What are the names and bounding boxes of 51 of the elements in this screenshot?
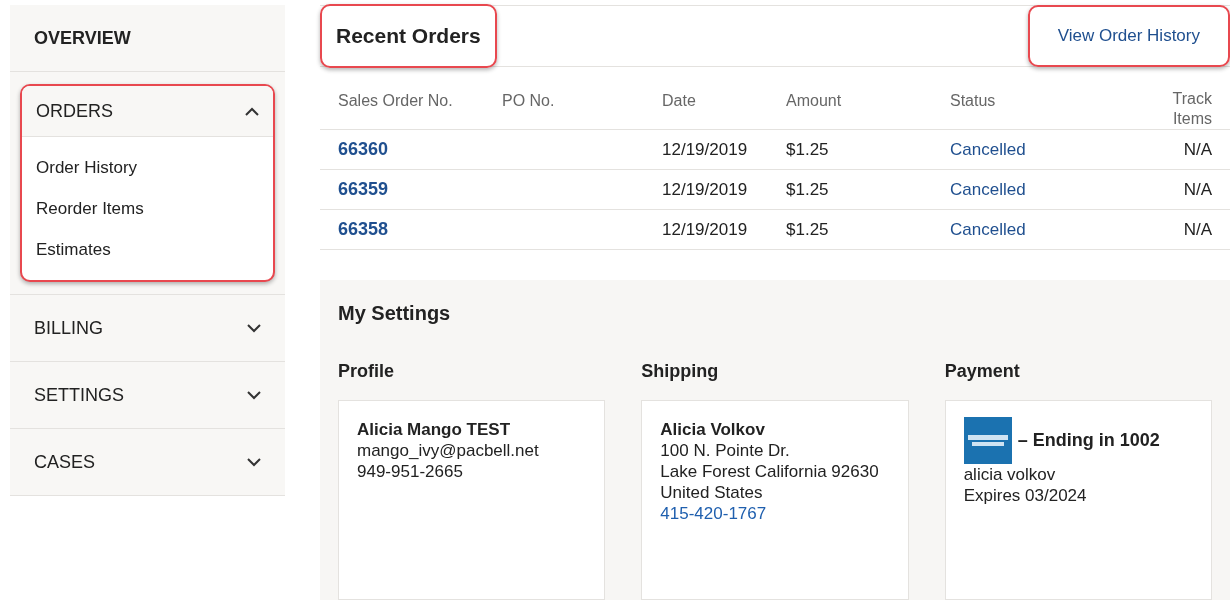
status-link[interactable]: Cancelled bbox=[950, 216, 1026, 243]
card-ending: – Ending in 1002 bbox=[1017, 430, 1160, 451]
phone-link[interactable]: 415-420-1767 bbox=[660, 503, 767, 524]
chevron-down-icon bbox=[247, 323, 261, 333]
column-header: Amount bbox=[786, 91, 843, 111]
section-title: Recent Orders bbox=[320, 4, 497, 68]
settings-title: My Settings bbox=[338, 301, 451, 326]
table-cell-text: N/A bbox=[1183, 178, 1212, 201]
status-link[interactable]: Cancelled bbox=[950, 176, 1026, 203]
table-cell-text: $1.25 bbox=[786, 178, 829, 201]
order-number-link[interactable]: 66359 bbox=[338, 176, 389, 203]
table-cell-text: $1.25 bbox=[786, 138, 829, 161]
sidebar-subitem[interactable]: Order History bbox=[22, 147, 273, 188]
address-line: Lake Forest California 92630 bbox=[660, 461, 879, 482]
table-cell-text: $1.25 bbox=[786, 218, 829, 241]
order-number-link[interactable]: 66358 bbox=[338, 216, 389, 243]
chevron-down-icon bbox=[247, 457, 261, 467]
profile-phone: 949-951-2665 bbox=[357, 461, 463, 482]
table-cell-text: 12/19/2019 bbox=[662, 138, 748, 161]
column-header: Status bbox=[950, 91, 997, 111]
order-number-link[interactable]: 66360 bbox=[338, 136, 389, 163]
column-header: Sales Order No. bbox=[338, 91, 454, 111]
address-line: United States bbox=[660, 482, 763, 503]
table-cell-text: N/A bbox=[1183, 138, 1212, 161]
column-header: PO No. bbox=[502, 91, 556, 111]
column-header: Date bbox=[662, 91, 697, 111]
sidebar-subitem[interactable]: Estimates bbox=[22, 229, 273, 270]
card-holder: alicia volkov bbox=[963, 464, 1056, 485]
shipping-name: Alicia Volkov bbox=[660, 419, 765, 440]
chevron-up-icon bbox=[245, 106, 259, 116]
sidebar-subitem[interactable]: Reorder Items bbox=[22, 188, 273, 229]
table-cell-text: 12/19/2019 bbox=[662, 178, 748, 201]
sidebar-item[interactable]: CASES bbox=[10, 429, 285, 495]
sidebar-item[interactable]: BILLING bbox=[10, 295, 285, 361]
status-link[interactable]: Cancelled bbox=[950, 136, 1026, 163]
column-heading: Profile bbox=[338, 360, 394, 383]
profile-name: Alicia Mango TEST bbox=[357, 419, 511, 440]
sidebar-item[interactable]: OVERVIEW bbox=[10, 5, 285, 71]
sidebar-item[interactable]: SETTINGS bbox=[10, 362, 285, 428]
column-header: Track Items bbox=[1171, 89, 1212, 129]
view-order-history-link[interactable]: View Order History bbox=[1027, 5, 1230, 67]
table-cell-text: N/A bbox=[1183, 218, 1212, 241]
table-cell-text: 12/19/2019 bbox=[662, 218, 748, 241]
card-expiry: Expires 03/2024 bbox=[963, 485, 1087, 506]
column-heading: Shipping bbox=[641, 360, 719, 383]
chevron-down-icon bbox=[247, 390, 261, 400]
credit-card-icon bbox=[963, 417, 1012, 464]
column-heading: Payment bbox=[944, 360, 1020, 383]
profile-email: mango_ivy@pacbell.net bbox=[357, 440, 539, 461]
sidebar-item[interactable]: ORDERS bbox=[22, 86, 273, 136]
address-line: 100 N. Pointe Dr. bbox=[660, 440, 790, 461]
